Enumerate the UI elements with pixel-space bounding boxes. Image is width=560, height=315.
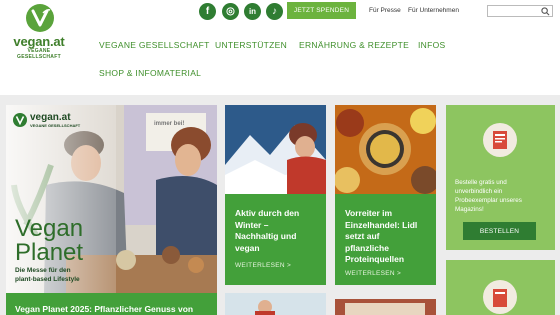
article-body: Aktiv durch den Winter – Nachhaltig und …	[225, 194, 326, 285]
featured-tagline-2: plant-based Lifestyle	[15, 276, 80, 283]
featured-tagline-1: Die Messe für den	[15, 267, 71, 274]
nav-shop-infomaterial[interactable]: SHOP & INFOMATERIAL	[99, 68, 201, 78]
order-button[interactable]: BESTELLEN	[463, 222, 536, 240]
nav-vegane-gesellschaft[interactable]: VEGANE GESELLSCHAFT	[99, 40, 210, 50]
press-link[interactable]: Für Presse	[369, 7, 401, 14]
article-image-winter	[225, 105, 326, 194]
donate-button[interactable]: JETZT SPENDEN	[287, 2, 356, 19]
article-title[interactable]: Vorreiter im Einzelhandel: Lidl setzt au…	[345, 208, 417, 266]
featured-logo-v-icon	[13, 113, 27, 127]
article-card[interactable]: Aktiv durch den Winter – Nachhaltig und …	[225, 105, 326, 285]
nav-ernaehrung-rezepte[interactable]: ERNÄHRUNG & REZEPTE	[299, 40, 409, 50]
nav-infos[interactable]: INFOS	[418, 40, 445, 50]
featured-title-bar: Vegan Planet 2025: Pflanzlicher Genuss v…	[6, 293, 217, 315]
featured-logo-sub: VEGANE GESELLSCHAFT	[30, 123, 81, 128]
featured-card[interactable]: vegan.at VEGANE GESELLSCHAFT immer bei! …	[6, 105, 217, 315]
featured-title[interactable]: Vegan Planet 2025: Pflanzlicher Genuss v…	[15, 304, 193, 314]
search-input[interactable]	[487, 5, 553, 17]
article-card-partial[interactable]	[225, 293, 326, 315]
instagram-icon[interactable]: ◎	[222, 3, 239, 20]
logo-subtitle: VEGANE GESELLSCHAFT	[17, 48, 61, 60]
featured-headline-1: Vegan	[15, 215, 84, 242]
brochure-icon	[483, 280, 517, 314]
read-more-link[interactable]: WEITERLESEN >	[345, 270, 401, 277]
tiktok-icon[interactable]: ♪	[266, 3, 283, 20]
magazine-icon	[483, 123, 517, 157]
featured-headline-2: Planet	[15, 239, 84, 266]
logo-wordmark: vegan.at	[13, 34, 65, 49]
article-body: Vorreiter im Einzelhandel: Lidl setzt au…	[335, 194, 436, 285]
site-header: vegan.at VEGANE GESELLSCHAFT f ◎ in ♪ JE…	[0, 0, 560, 95]
site-logo[interactable]: vegan.at VEGANE GESELLSCHAFT	[6, 4, 70, 60]
article-card[interactable]: Vorreiter im Einzelhandel: Lidl setzt au…	[335, 105, 436, 285]
logo-v-icon	[26, 4, 54, 32]
featured-logo-text: vegan.at	[30, 112, 71, 123]
article-image-partial	[225, 293, 326, 315]
facebook-icon[interactable]: f	[199, 3, 216, 20]
magazine-card: Bestelle gratis und unverbindlich ein Pr…	[446, 105, 555, 250]
business-link[interactable]: Für Unternehmen	[408, 7, 459, 14]
nav-unterstuetzen[interactable]: UNTERSTÜTZEN	[215, 40, 287, 50]
search-icon[interactable]	[541, 7, 550, 16]
article-image-legumes	[335, 105, 436, 194]
magazine-text: Bestelle gratis und unverbindlich ein Pr…	[455, 179, 522, 213]
read-more-link[interactable]: WEITERLESEN >	[235, 262, 291, 269]
linkedin-icon[interactable]: in	[244, 3, 261, 20]
article-title[interactable]: Aktiv durch den Winter – Nachhaltig und …	[235, 208, 299, 254]
article-card-partial[interactable]	[335, 299, 436, 315]
featured-banner: immer bei!	[154, 121, 185, 127]
side-card-partial	[446, 260, 555, 315]
article-image-partial	[335, 299, 436, 315]
